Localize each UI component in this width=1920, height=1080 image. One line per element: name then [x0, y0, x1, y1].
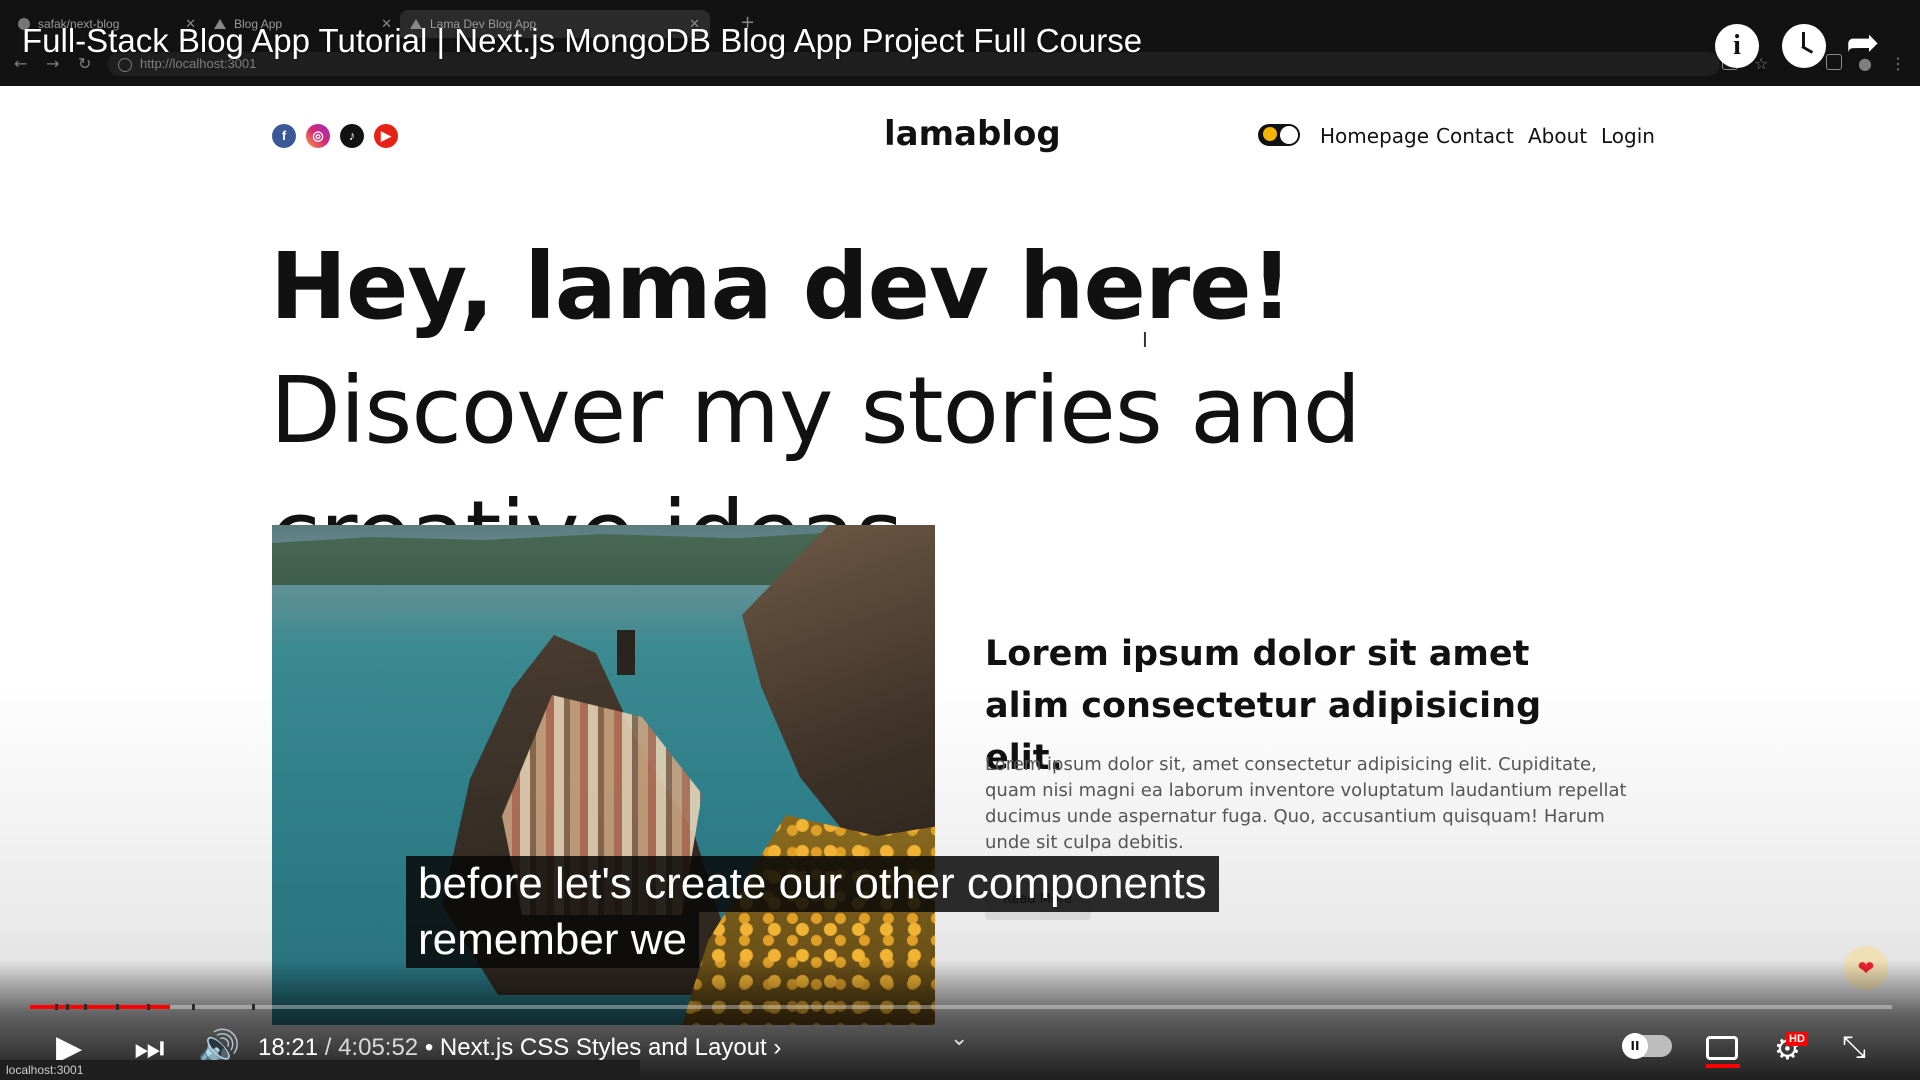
chapter-marker	[55, 1004, 58, 1010]
chapter-marker	[116, 1004, 119, 1010]
status-bar-url: localhost:3001	[0, 1060, 640, 1080]
chapter-marker	[192, 1004, 195, 1010]
chapter-marker	[84, 1004, 87, 1010]
time-total: 4:05:52	[338, 1034, 419, 1061]
moon-icon	[1263, 127, 1277, 141]
browser-top-bar: safak/next-blog ✕ Blog App ✕ Lama Dev Bl…	[0, 0, 1920, 86]
caption-line-1: before let's create our other components	[406, 856, 1219, 912]
time-separator: /	[324, 1034, 339, 1061]
time-display: 18:21 / 4:05:52 • Next.js CSS Styles and…	[258, 1034, 781, 1062]
nav-login[interactable]: Login	[1601, 124, 1655, 148]
nav-contact[interactable]: Contact	[1436, 124, 1514, 148]
chapter-title[interactable]: • Next.js CSS Styles and Layout ›	[425, 1034, 782, 1061]
nav-homepage[interactable]: Homepage	[1320, 124, 1429, 148]
progress-bar[interactable]	[30, 1005, 1892, 1009]
nav-about[interactable]: About	[1528, 124, 1587, 148]
pause-icon: II	[1622, 1033, 1648, 1059]
chapter-marker	[252, 1004, 255, 1010]
chapter-marker	[66, 1004, 69, 1010]
site-info-icon[interactable]	[118, 58, 132, 72]
youtube-icon[interactable]: ▶	[374, 124, 398, 148]
hero-bold: Hey, lama dev here!	[270, 233, 1293, 340]
share-arrow-icon[interactable]: ➦	[1846, 20, 1880, 66]
time-current: 18:21	[258, 1034, 319, 1061]
watch-later-clock-icon[interactable]	[1782, 24, 1826, 68]
instagram-icon[interactable]: ◎	[306, 124, 330, 148]
hd-badge: HD	[1786, 1032, 1808, 1046]
facebook-icon[interactable]: f	[272, 124, 296, 148]
exit-fullscreen-icon[interactable]: ⤡	[1842, 1030, 1866, 1065]
chapter-marker	[147, 1004, 150, 1010]
info-icon[interactable]: i	[1715, 24, 1759, 68]
theme-toggle[interactable]	[1258, 124, 1300, 146]
video-title[interactable]: Full-Stack Blog App Tutorial | Next.js M…	[22, 22, 1142, 60]
photo-tower	[617, 630, 635, 675]
tiktok-icon[interactable]: ♪	[340, 124, 364, 148]
subtitles-icon[interactable]	[1706, 1036, 1738, 1060]
post-description: Lorem ipsum dolor sit, amet consectetur …	[985, 754, 1627, 853]
site-logo[interactable]: lamablog	[884, 114, 1061, 154]
chevron-down-icon[interactable]: ⌄	[950, 1026, 968, 1051]
autoplay-toggle[interactable]: II	[1622, 1033, 1672, 1059]
text-cursor-icon: I	[1142, 328, 1148, 352]
toggle-knob	[1280, 126, 1298, 144]
side-panel-icon[interactable]	[1826, 54, 1842, 70]
subtitles-active-indicator	[1706, 1064, 1740, 1068]
browser-menu-icon[interactable]: ⋮	[1890, 54, 1906, 73]
